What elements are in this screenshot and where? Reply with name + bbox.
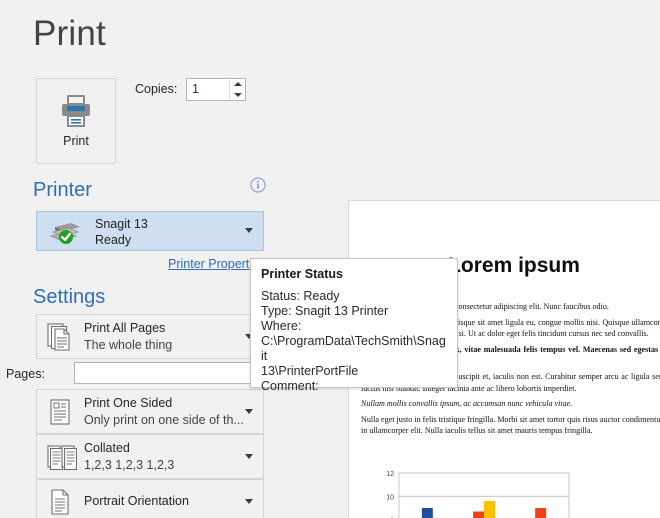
print-range-option[interactable]: Print All Pages The whole thing xyxy=(36,314,264,359)
collation-option[interactable]: Collated 1,2,3 1,2,3 1,2,3 xyxy=(36,434,264,479)
document-paragraph-5: Nulla eget justo in felis tristique frin… xyxy=(361,414,660,436)
tooltip-line: 13\PrinterPortFile xyxy=(261,364,359,378)
settings-section-heading: Settings xyxy=(33,286,106,308)
tooltip-line: Status: Ready xyxy=(261,289,340,303)
copies-decrement-button[interactable] xyxy=(229,90,245,100)
print-sides-option[interactable]: Print One Sided Only print on one side o… xyxy=(36,389,264,434)
chevron-down-icon[interactable] xyxy=(245,454,253,459)
copies-input[interactable] xyxy=(187,79,229,100)
document-paragraph-4-italic: Nullam mollis convallis ipsum, ac accums… xyxy=(361,399,573,409)
tooltip-title: Printer Status xyxy=(261,267,343,281)
page-title: Print xyxy=(33,14,106,53)
pages-label: Pages: xyxy=(6,367,45,381)
chevron-down-icon[interactable] xyxy=(245,228,253,233)
printer-status: Ready xyxy=(95,233,132,247)
chevron-down-icon xyxy=(233,93,242,97)
chart-bars xyxy=(421,501,547,518)
print-sides-title: Print One Sided xyxy=(84,396,173,410)
document-bar-chart: 12108 xyxy=(386,471,570,518)
tooltip-line: C:\ProgramData\TechSmith\Snagit xyxy=(261,334,446,363)
pages-input[interactable] xyxy=(74,362,264,384)
collation-subtitle: 1,2,3 1,2,3 1,2,3 xyxy=(84,458,175,472)
chevron-down-icon[interactable] xyxy=(245,499,253,504)
orientation-title: Portrait Orientation xyxy=(84,494,189,508)
tooltip-line: Comment: xyxy=(261,379,319,393)
copies-increment-button[interactable] xyxy=(229,79,245,89)
tooltip-line: Where: xyxy=(261,319,302,333)
copies-stepper[interactable] xyxy=(186,78,246,101)
print-button[interactable]: Print xyxy=(36,78,116,164)
svg-text:12: 12 xyxy=(386,471,394,478)
one-sided-page-icon xyxy=(50,399,70,425)
chart-y-tick-labels: 12108 xyxy=(386,471,394,518)
info-circle-icon[interactable] xyxy=(249,176,267,194)
orientation-option[interactable]: Portrait Orientation xyxy=(36,479,264,518)
pages-stack-icon xyxy=(47,323,70,351)
printer-section-heading: Printer xyxy=(33,179,92,201)
printer-name: Snagit 13 xyxy=(95,217,148,231)
print-range-subtitle: The whole thing xyxy=(84,338,173,352)
chevron-up-icon xyxy=(233,82,242,86)
printer-status-tooltip: Printer Status Status: Ready Type: Snagi… xyxy=(250,258,458,393)
print-sides-subtitle: Only print on one side of th... xyxy=(84,413,244,427)
copies-label: Copies: xyxy=(135,82,178,96)
svg-text:10: 10 xyxy=(386,494,394,501)
printer-status-icon xyxy=(49,223,80,244)
tooltip-line: Type: Snagit 13 Printer xyxy=(261,304,389,318)
portrait-page-icon xyxy=(51,489,69,515)
print-backstage-screen: Print Print Copies: Printer xyxy=(0,0,660,518)
collation-title: Collated xyxy=(84,441,130,455)
collate-icon xyxy=(47,445,77,471)
printer-select[interactable]: Snagit 13 Ready xyxy=(36,211,264,251)
print-range-title: Print All Pages xyxy=(84,321,166,335)
chevron-down-icon[interactable] xyxy=(245,409,253,414)
print-button-label: Print xyxy=(63,134,89,148)
printer-icon xyxy=(62,95,90,127)
